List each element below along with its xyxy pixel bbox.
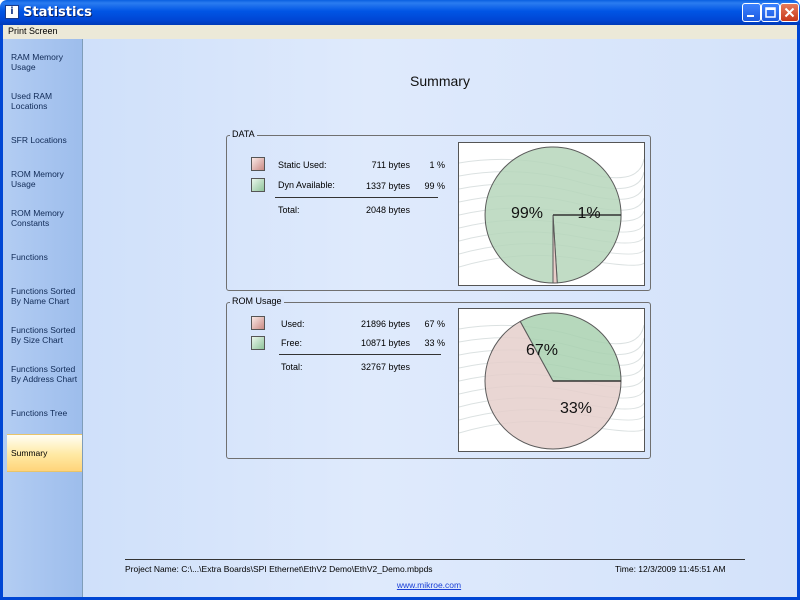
sidebar-item-ram-memory-usage[interactable]: RAM Memory Usage: [7, 43, 82, 81]
sidebar-item-functions-tree[interactable]: Functions Tree: [7, 394, 82, 432]
sidebar-item-label: RAM Memory Usage: [11, 52, 63, 72]
legend-swatch-used: [251, 316, 265, 330]
total-divider: [279, 354, 441, 355]
sidebar-item-label: Summary: [11, 448, 48, 458]
sidebar-item-functions-by-name[interactable]: Functions Sorted By Name Chart: [7, 277, 82, 315]
pie-slice-label: 1%: [577, 205, 600, 222]
sidebar-item-label: ROM Memory Constants: [11, 208, 64, 228]
footer-divider: [125, 559, 745, 560]
data-pie-svg: 99% 1%: [459, 146, 644, 284]
timestamp: Time: 12/3/2009 11:45:51 AM: [615, 564, 726, 574]
sidebar-item-label: Functions Sorted By Address Chart: [11, 364, 78, 384]
sidebar-item-functions[interactable]: Functions: [7, 238, 82, 276]
pie-slice-label: 33%: [560, 400, 592, 417]
sidebar-item-label: SFR Locations: [11, 135, 67, 145]
legend-percent: 67 %: [424, 319, 445, 329]
legend-label: Used:: [281, 319, 305, 329]
legend-label: Dyn Available:: [278, 180, 335, 190]
sidebar-item-sfr-locations[interactable]: SFR Locations: [7, 121, 82, 159]
legend-percent: 99 %: [424, 181, 445, 191]
menu-print-screen[interactable]: Print Screen: [8, 26, 58, 36]
sidebar-item-summary[interactable]: Summary: [7, 434, 82, 472]
legend-label: Static Used:: [278, 160, 327, 170]
sidebar-item-rom-memory-constants[interactable]: ROM Memory Constants: [7, 199, 82, 237]
rom-pie-chart: 67% 33%: [458, 308, 645, 452]
data-pie-chart: 99% 1%: [458, 142, 645, 286]
minimize-button[interactable]: [742, 3, 761, 22]
sidebar-item-functions-by-address[interactable]: Functions Sorted By Address Chart: [7, 355, 82, 393]
window-title: Statistics: [23, 5, 92, 20]
data-groupbox: DATA Static Used: 711 bytes 1 % Dyn Avai…: [226, 129, 651, 291]
sidebar-item-label: ROM Memory Usage: [11, 169, 64, 189]
sidebar-item-functions-by-size[interactable]: Functions Sorted By Size Chart: [7, 316, 82, 354]
legend-label: Free:: [281, 338, 303, 348]
sidebar-item-label: Used RAM Locations: [11, 91, 53, 111]
menu-bar: Print Screen: [0, 25, 800, 39]
sidebar-item-label: Functions: [11, 252, 48, 262]
total-value: 32767 bytes: [360, 362, 410, 372]
website-link[interactable]: www.mikroe.com: [83, 580, 775, 590]
maximize-icon: [765, 7, 776, 18]
sidebar-item-label: Functions Tree: [11, 408, 68, 418]
close-button[interactable]: [780, 3, 799, 22]
legend-swatch-dyn-available: [251, 178, 265, 192]
total-value: 2048 bytes: [365, 205, 410, 215]
group-caption: ROM Usage: [230, 296, 284, 306]
info-icon: i: [5, 5, 19, 19]
legend-swatch-static-used: [251, 157, 265, 171]
sidebar-item-label: Functions Sorted By Size Chart: [11, 325, 76, 345]
total-label: Total:: [281, 362, 303, 372]
rom-pie-svg: 67% 33%: [459, 312, 644, 450]
summary-panel: Summary DATA Static Used: 711 bytes 1 % …: [83, 39, 797, 597]
legend-value: 1337 bytes: [365, 181, 410, 191]
sidebar-item-label: Functions Sorted By Name Chart: [11, 286, 76, 306]
pie-slice-label: 99%: [511, 205, 543, 222]
rom-usage-groupbox: ROM Usage Used: 21896 bytes 67 % Free: 1…: [226, 296, 651, 459]
sidebar-item-rom-memory-usage[interactable]: ROM Memory Usage: [7, 160, 82, 198]
legend-value: 711 bytes: [371, 160, 410, 170]
sidebar-item-used-ram-locations[interactable]: Used RAM Locations: [7, 82, 82, 120]
total-label: Total:: [278, 205, 300, 215]
pie-slice-label: 67%: [526, 342, 558, 359]
legend-swatch-free: [251, 336, 265, 350]
minimize-icon: [747, 15, 754, 17]
page-title: Summary: [410, 73, 470, 89]
maximize-button[interactable]: [761, 3, 780, 22]
legend-value: 10871 bytes: [360, 338, 410, 348]
close-icon: [784, 7, 795, 18]
group-caption: DATA: [230, 129, 257, 139]
legend-value: 21896 bytes: [360, 319, 410, 329]
total-divider: [275, 197, 438, 198]
sidebar: RAM Memory Usage Used RAM Locations SFR …: [3, 39, 83, 597]
legend-percent: 33 %: [424, 338, 445, 348]
title-bar[interactable]: i Statistics: [0, 0, 800, 25]
project-name: Project Name: C:\...\Extra Boards\SPI Et…: [125, 564, 433, 574]
legend-percent: 1 %: [429, 160, 445, 170]
